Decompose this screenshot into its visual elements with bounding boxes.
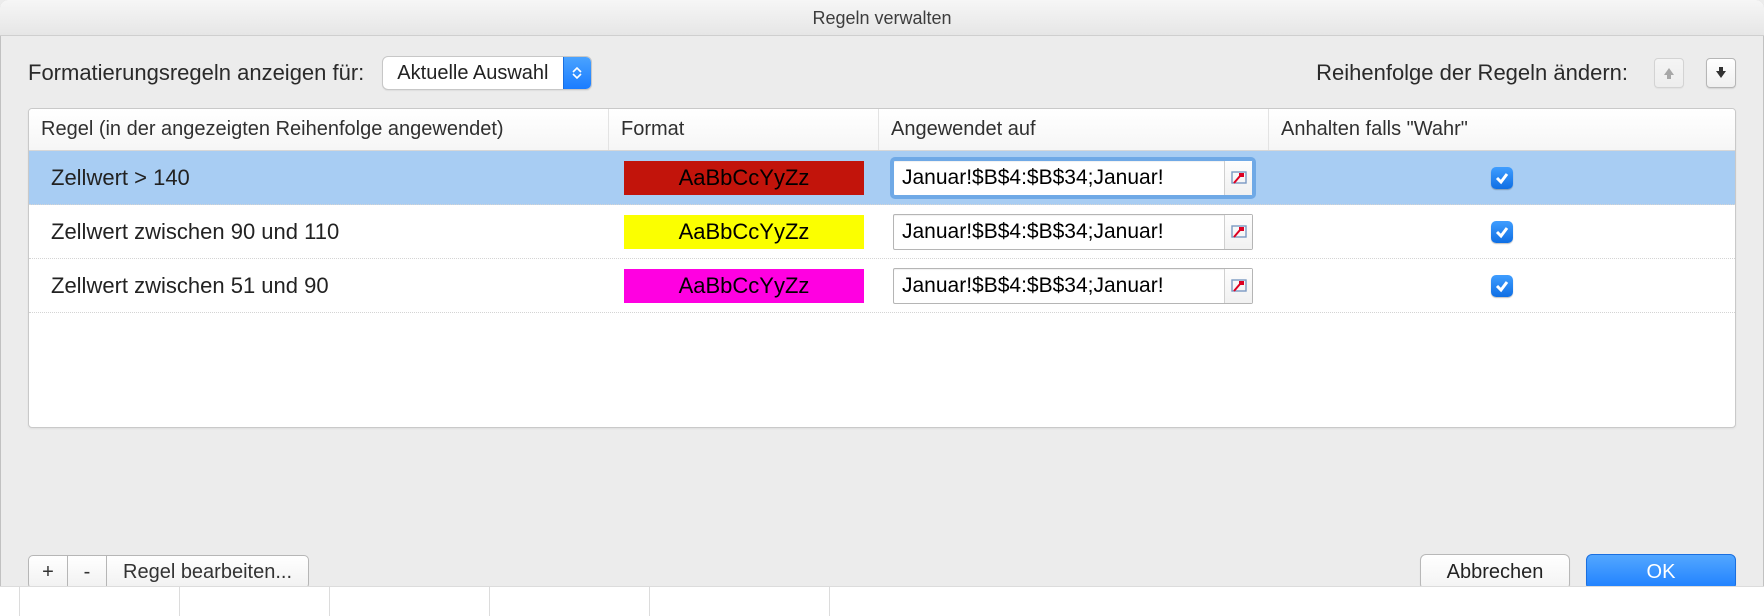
range-picker-icon (1231, 170, 1247, 186)
window-title: Regeln verwalten (0, 0, 1764, 36)
applies-to-input[interactable] (894, 220, 1224, 244)
arrow-down-icon (1714, 66, 1728, 80)
col-header-applies-to: Angewendet auf (879, 109, 1269, 150)
rule-name-cell: Zellwert zwischen 51 und 90 (29, 259, 609, 312)
checkmark-icon (1495, 225, 1509, 239)
rule-name-cell: Zellwert zwischen 90 und 110 (29, 205, 609, 258)
stop-if-true-checkbox[interactable] (1491, 275, 1513, 297)
show-rules-for-label: Formatierungsregeln anzeigen für: (28, 60, 364, 86)
move-up-button[interactable] (1654, 58, 1684, 88)
applies-to-cell (879, 151, 1269, 204)
range-picker-icon (1231, 278, 1247, 294)
format-preview-cell: AaBbCcYyZz (609, 151, 879, 204)
format-swatch: AaBbCcYyZz (624, 215, 864, 249)
scope-select-value: Aktuelle Auswahl (383, 57, 562, 89)
dialog-footer: + - Regel bearbeiten... Abbrechen OK (28, 554, 1736, 590)
applies-to-field[interactable] (893, 268, 1253, 304)
edit-rule-button[interactable]: Regel bearbeiten... (106, 555, 309, 589)
col-header-format: Format (609, 109, 879, 150)
stop-if-true-checkbox[interactable] (1491, 221, 1513, 243)
add-rule-button[interactable]: + (28, 555, 68, 589)
stop-if-true-cell (1269, 151, 1735, 204)
format-preview-cell: AaBbCcYyZz (609, 259, 879, 312)
collapse-range-button[interactable] (1224, 215, 1252, 249)
table-row[interactable]: Zellwert zwischen 90 und 110 AaBbCcYyZz (29, 205, 1735, 259)
dialog-content: Formatierungsregeln anzeigen für: Aktuel… (0, 36, 1764, 428)
col-header-rule: Regel (in der angezeigten Reihenfolge an… (29, 109, 609, 150)
applies-to-cell (879, 259, 1269, 312)
checkmark-icon (1495, 279, 1509, 293)
format-preview-cell: AaBbCcYyZz (609, 205, 879, 258)
manage-rules-dialog: Regeln verwalten Formatierungsregeln anz… (0, 0, 1764, 616)
scope-select-arrows-icon (563, 57, 591, 89)
checkmark-icon (1495, 171, 1509, 185)
stop-if-true-cell (1269, 259, 1735, 312)
col-header-stop: Anhalten falls "Wahr" (1269, 109, 1735, 150)
format-swatch: AaBbCcYyZz (624, 161, 864, 195)
rule-name-cell: Zellwert > 140 (29, 151, 609, 204)
scope-select[interactable]: Aktuelle Auswahl (382, 56, 591, 90)
applies-to-field[interactable] (893, 160, 1253, 196)
applies-to-input[interactable] (894, 166, 1224, 190)
applies-to-cell (879, 205, 1269, 258)
remove-rule-button[interactable]: - (67, 555, 107, 589)
rule-action-group: + - Regel bearbeiten... (28, 555, 309, 589)
stop-if-true-checkbox[interactable] (1491, 167, 1513, 189)
collapse-range-button[interactable] (1224, 269, 1252, 303)
rules-table-header: Regel (in der angezeigten Reihenfolge an… (29, 109, 1735, 151)
applies-to-field[interactable] (893, 214, 1253, 250)
range-picker-icon (1231, 224, 1247, 240)
rules-table: Regel (in der angezeigten Reihenfolge an… (28, 108, 1736, 428)
table-row[interactable]: Zellwert zwischen 51 und 90 AaBbCcYyZz (29, 259, 1735, 313)
cancel-button[interactable]: Abbrechen (1420, 554, 1570, 590)
format-swatch: AaBbCcYyZz (624, 269, 864, 303)
arrow-up-icon (1662, 66, 1676, 80)
table-row[interactable]: Zellwert > 140 AaBbCcYyZz (29, 151, 1735, 205)
move-down-button[interactable] (1706, 58, 1736, 88)
collapse-range-button[interactable] (1224, 161, 1252, 195)
background-sheet-strip (0, 586, 1764, 616)
reorder-label: Reihenfolge der Regeln ändern: (1316, 60, 1628, 86)
stop-if-true-cell (1269, 205, 1735, 258)
ok-button[interactable]: OK (1586, 554, 1736, 590)
top-bar: Formatierungsregeln anzeigen für: Aktuel… (28, 56, 1736, 90)
applies-to-input[interactable] (894, 274, 1224, 298)
